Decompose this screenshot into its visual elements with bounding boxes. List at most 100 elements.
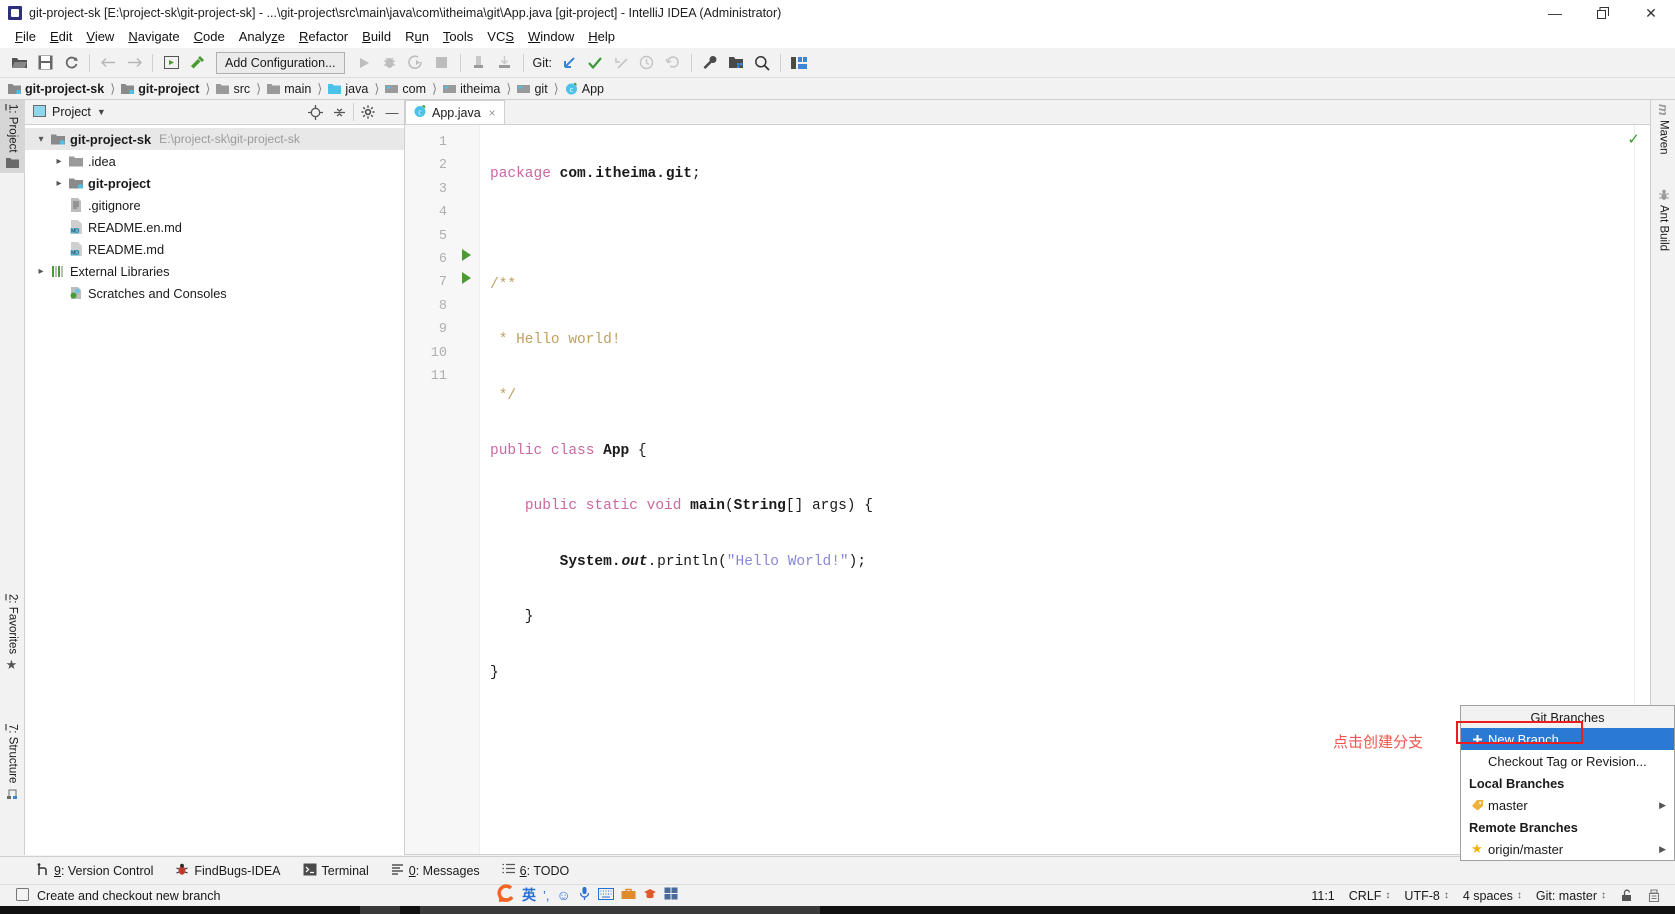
open-folder-icon[interactable]	[6, 51, 32, 75]
menu-help[interactable]: Help	[581, 28, 622, 45]
tree-row-idea[interactable]: ▸ .idea	[25, 150, 404, 172]
ime-emoji-icon[interactable]: ☺	[557, 887, 571, 903]
editor-gutter[interactable]: 1 2 3 4 5 6 7 8 9 10 11	[405, 125, 480, 855]
add-configuration-button[interactable]: Add Configuration...	[216, 52, 345, 74]
ime-hat-icon[interactable]	[643, 887, 657, 903]
menu-view[interactable]: View	[79, 28, 121, 45]
stop-icon[interactable]	[429, 51, 455, 75]
sidebar-item-ant-build[interactable]: Ant Build	[1651, 185, 1675, 255]
collapse-all-icon[interactable]	[327, 101, 351, 123]
profile-icon[interactable]	[466, 51, 492, 75]
sidebar-item-maven[interactable]: m Maven	[1651, 100, 1675, 158]
menu-edit[interactable]: Edit	[43, 28, 79, 45]
run-class-gutter-icon[interactable]	[462, 249, 471, 261]
breadcrumb-item-main[interactable]: main	[267, 82, 311, 96]
tree-row-git-project[interactable]: ▸ git-project	[25, 172, 404, 194]
layout-icon[interactable]	[786, 51, 812, 75]
tree-row-readme[interactable]: MD README.md	[25, 238, 404, 260]
caret-position[interactable]: 11:1	[1311, 889, 1334, 903]
minimize-button[interactable]: —	[1531, 0, 1579, 26]
search-everywhere-icon[interactable]	[749, 51, 775, 75]
git-branch-widget[interactable]: Git: master ↕	[1536, 889, 1606, 903]
navigate-forward-icon[interactable]	[121, 51, 147, 75]
encoding-selector[interactable]: UTF-8 ↕	[1404, 889, 1448, 903]
breadcrumb-item-itheima[interactable]: itheima	[443, 82, 500, 96]
navigate-back-icon[interactable]	[95, 51, 121, 75]
menu-item-checkout-tag-or-revision[interactable]: Checkout Tag or Revision...	[1461, 750, 1674, 772]
taskbar-item[interactable]	[360, 906, 400, 914]
import-icon[interactable]	[492, 51, 518, 75]
breadcrumb-item-src[interactable]: src	[216, 82, 250, 96]
tool-window-terminal[interactable]: Terminal	[303, 863, 369, 879]
menu-run[interactable]: Run	[398, 28, 436, 45]
tree-row-scratches[interactable]: Scratches and Consoles	[25, 282, 404, 304]
ime-keyboard-icon[interactable]	[598, 888, 614, 903]
tool-window-messages[interactable]: 0: Messages	[391, 863, 480, 878]
ime-toolbox-icon[interactable]	[621, 887, 636, 903]
breadcrumb-item-git-project-sk[interactable]: git-project-sk	[8, 82, 104, 96]
editor-tab-app-java[interactable]: c App.java ×	[405, 100, 505, 124]
tree-row-external-libraries[interactable]: ▸ External Libraries	[25, 260, 404, 282]
run-configurations-icon[interactable]	[158, 51, 184, 75]
branch-item-origin-master[interactable]: ★ origin/master ▶	[1461, 838, 1674, 860]
breadcrumb-item-java[interactable]: java	[328, 82, 368, 96]
taskbar-item[interactable]	[420, 906, 820, 914]
ime-mode-label[interactable]: 英	[522, 885, 536, 905]
ime-panel-icon[interactable]	[664, 887, 678, 903]
menu-item-new-branch[interactable]: New Branch	[1461, 728, 1674, 750]
menu-vcs[interactable]: VCS	[480, 28, 521, 45]
locate-icon[interactable]	[303, 101, 327, 123]
menu-refactor[interactable]: Refactor	[292, 28, 355, 45]
breadcrumb-item-com[interactable]: com	[385, 82, 426, 96]
close-icon[interactable]: ×	[489, 106, 496, 120]
git-push-icon[interactable]	[608, 51, 634, 75]
tree-row-git-project-sk[interactable]: ▾ git-project-sk E:\project-sk\git-proje…	[25, 128, 404, 150]
git-update-icon[interactable]	[556, 51, 582, 75]
project-structure-icon[interactable]	[723, 51, 749, 75]
close-button[interactable]: ✕	[1627, 0, 1675, 26]
line-separator-selector[interactable]: CRLF ↕	[1349, 889, 1391, 903]
tool-window-version-control[interactable]: 9: Version Control	[36, 863, 153, 879]
menu-build[interactable]: Build	[355, 28, 398, 45]
inspections-icon[interactable]	[1647, 889, 1661, 903]
settings-wrench-icon[interactable]	[697, 51, 723, 75]
menu-analyze[interactable]: Analyze	[232, 28, 292, 45]
git-rollback-icon[interactable]	[660, 51, 686, 75]
hide-panel-icon[interactable]: —	[380, 101, 404, 123]
indent-selector[interactable]: 4 spaces ↕	[1463, 889, 1522, 903]
menu-file[interactable]: File	[8, 28, 43, 45]
git-commit-icon[interactable]	[582, 51, 608, 75]
sidebar-item-structure[interactable]: 7: Structure	[0, 720, 25, 803]
menu-window[interactable]: Window	[521, 28, 581, 45]
menu-tools[interactable]: Tools	[436, 28, 480, 45]
inspection-status-icon[interactable]: ✓	[1627, 130, 1640, 148]
sogou-logo[interactable]	[495, 884, 515, 907]
chevron-down-icon[interactable]: ▼	[97, 107, 106, 117]
unlocked-icon[interactable]	[1620, 889, 1633, 902]
breadcrumb-item-git-project[interactable]: git-project	[121, 82, 199, 96]
menu-navigate[interactable]: Navigate	[121, 28, 186, 45]
build-hammer-icon[interactable]	[184, 51, 210, 75]
debug-icon[interactable]	[377, 51, 403, 75]
breadcrumb-item-git[interactable]: git	[517, 82, 547, 96]
menu-code[interactable]: Code	[187, 28, 232, 45]
save-all-icon[interactable]	[32, 51, 58, 75]
tool-window-todo[interactable]: 6: TODO	[502, 863, 570, 878]
ime-voice-icon[interactable]	[578, 886, 591, 904]
breadcrumb-item-app[interactable]: c App	[565, 82, 604, 96]
tree-row-gitignore[interactable]: .gitignore	[25, 194, 404, 216]
expand-arrow-icon[interactable]: ▾	[33, 134, 49, 145]
ime-punctuation-icon[interactable]: ’,	[543, 888, 550, 903]
tree-row-readme-en[interactable]: MD README.en.md	[25, 216, 404, 238]
run-coverage-icon[interactable]	[403, 51, 429, 75]
branch-item-master[interactable]: master ▶	[1461, 794, 1674, 816]
settings-gear-icon[interactable]	[356, 101, 380, 123]
run-method-gutter-icon[interactable]	[462, 272, 471, 284]
sync-refresh-icon[interactable]	[58, 51, 84, 75]
sidebar-item-project[interactable]: 1: Project	[0, 100, 25, 173]
expand-arrow-icon[interactable]: ▸	[51, 156, 67, 167]
expand-arrow-icon[interactable]: ▸	[33, 266, 49, 277]
expand-arrow-icon[interactable]: ▸	[51, 178, 67, 189]
restore-button[interactable]	[1579, 0, 1627, 26]
git-history-icon[interactable]	[634, 51, 660, 75]
